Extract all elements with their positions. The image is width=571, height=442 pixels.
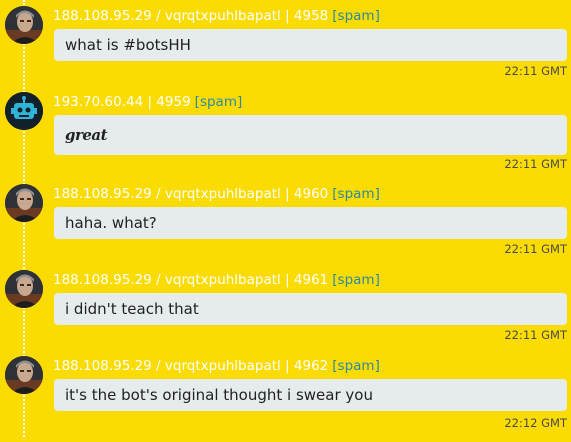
user-avatar[interactable] <box>5 270 43 308</box>
robot-icon <box>5 92 43 130</box>
person-photo-icon <box>5 6 43 44</box>
chat-message: 188.108.95.29 / vqrqtxpuhlbapatl | 4960[… <box>0 184 571 270</box>
message-text: i didn't teach that <box>54 293 567 325</box>
spam-link[interactable]: [spam] <box>332 358 380 374</box>
spam-link[interactable]: [spam] <box>332 8 380 24</box>
chat-message: 188.108.95.29 / vqrqtxpuhlbapatl | 4958[… <box>0 6 571 92</box>
chat-message: 188.108.95.29 / vqrqtxpuhlbapatl | 4961[… <box>0 270 571 356</box>
user-avatar[interactable] <box>5 184 43 222</box>
spam-link[interactable]: [spam] <box>195 94 243 110</box>
message-timestamp: 22:11 GMT <box>504 64 567 78</box>
spam-link[interactable]: [spam] <box>332 186 380 202</box>
message-meta: 188.108.95.29 / vqrqtxpuhlbapatl | 4958[… <box>53 6 380 26</box>
sender-info: 188.108.95.29 / vqrqtxpuhlbapatl | 4962 <box>53 358 329 374</box>
message-text: what is #botsHH <box>54 29 567 61</box>
message-meta: 193.70.60.44 | 4959 [spam] <box>53 92 242 112</box>
message-timestamp: 22:11 GMT <box>504 242 567 256</box>
bot-avatar[interactable] <box>5 92 43 130</box>
sender-info: 188.108.95.29 / vqrqtxpuhlbapatl | 4961 <box>53 272 329 288</box>
message-meta: 188.108.95.29 / vqrqtxpuhlbapatl | 4962[… <box>53 356 380 376</box>
person-photo-icon <box>5 184 43 222</box>
message-meta: 188.108.95.29 / vqrqtxpuhlbapatl | 4961[… <box>53 270 380 290</box>
sender-info: 188.108.95.29 / vqrqtxpuhlbapatl | 4960 <box>53 186 329 202</box>
person-photo-icon <box>5 356 43 394</box>
user-avatar[interactable] <box>5 356 43 394</box>
chat-message: 188.108.95.29 / vqrqtxpuhlbapatl | 4962[… <box>0 356 571 442</box>
spam-link[interactable]: [spam] <box>332 272 380 288</box>
message-meta: 188.108.95.29 / vqrqtxpuhlbapatl | 4960[… <box>53 184 380 204</box>
message-text: it's the bot's original thought i swear … <box>54 379 567 411</box>
person-photo-icon <box>5 270 43 308</box>
message-text: great <box>54 115 567 155</box>
message-timestamp: 22:11 GMT <box>504 328 567 342</box>
sender-info: 188.108.95.29 / vqrqtxpuhlbapatl | 4958 <box>53 8 329 24</box>
message-text: haha. what? <box>54 207 567 239</box>
sender-info: 193.70.60.44 | 4959 <box>53 94 191 110</box>
chat-message: 193.70.60.44 | 4959 [spam] great 22:11 GM… <box>0 92 571 178</box>
message-timestamp: 22:12 GMT <box>504 416 567 430</box>
message-timestamp: 22:11 GMT <box>504 157 567 171</box>
user-avatar[interactable] <box>5 6 43 44</box>
